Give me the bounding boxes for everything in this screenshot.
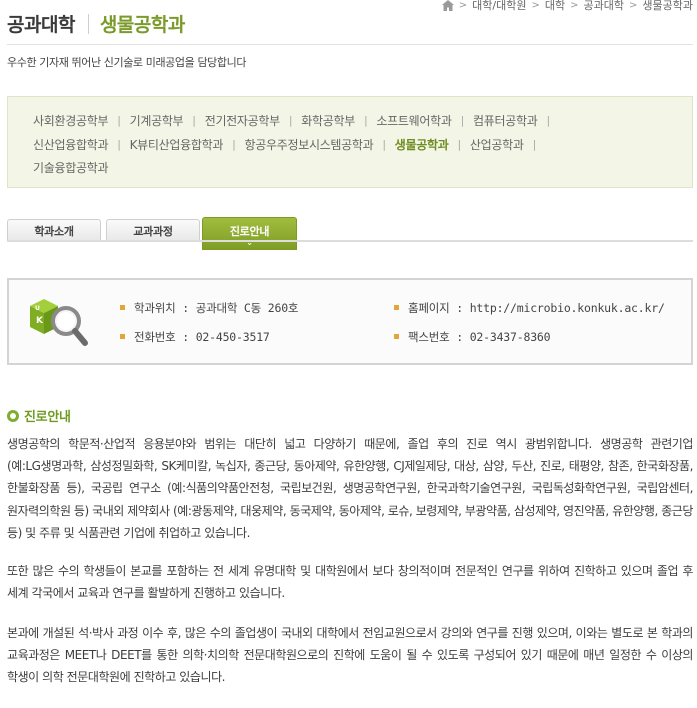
separator: |: [117, 114, 121, 128]
dept-link[interactable]: K뷰티산업융합학과: [130, 136, 224, 153]
separator: |: [232, 137, 236, 151]
home-icon[interactable]: [441, 0, 454, 11]
dept-link[interactable]: 신산업융합학과: [33, 136, 108, 153]
breadcrumb-separator: >: [629, 0, 638, 11]
breadcrumb-item[interactable]: 공과대학: [584, 0, 624, 13]
page-subtitle: 우수한 기자재 뛰어난 신기술로 미래공업을 담당합니다: [7, 56, 247, 69]
department-list: 사회환경공학부 | 기계공학부 | 전기전자공학부 | 화학공학부 | 소프트웨어학과 |…: [7, 96, 693, 188]
separator: |: [364, 114, 368, 128]
info-phone-text: 전화번호 : 02-450-3517: [134, 330, 270, 344]
ku-magnifier-icon: K U: [30, 299, 88, 346]
separator: |: [117, 137, 121, 151]
breadcrumb: > 대학/대학원 > 대학 > 공과대학 > 생물공학과: [441, 0, 693, 13]
info-homepage: 홈페이지 : http://microbio.konkuk.ac.kr/: [394, 300, 665, 316]
tab-career[interactable]: 진로안내 ⌄: [202, 217, 297, 250]
ku-letter-u: U: [35, 305, 40, 312]
title-divider: [87, 13, 89, 34]
tab-underline: [7, 240, 693, 242]
breadcrumb-item-current: 생물공학과: [642, 0, 693, 12]
dept-link[interactable]: 사회환경공학부: [33, 112, 108, 129]
separator: |: [532, 137, 537, 151]
department-row: 신산업융합학과 | K뷰티산업융합학과 | 항공우주정보시스템공학과 | 생물공학과 |…: [33, 133, 692, 157]
career-paragraph-3: 본과에 개설된 석·박사 과정 이수 후, 많은 수의 졸업생이 국내외 대학에…: [7, 626, 693, 685]
breadcrumb-item[interactable]: 대학: [545, 0, 565, 13]
career-paragraph-2: 또한 많은 수의 학생들이 본교를 포함하는 전 세계 유명대학 및 대학원에서…: [7, 564, 693, 601]
bullet-icon: [120, 305, 125, 310]
tab-curriculum[interactable]: 교과과정: [106, 219, 200, 241]
separator: |: [460, 114, 465, 128]
separator: |: [546, 114, 550, 128]
dept-link[interactable]: 기계공학부: [130, 112, 184, 129]
bullet-icon: [394, 305, 399, 310]
separator: |: [192, 114, 196, 128]
breadcrumb-separator: >: [458, 0, 468, 11]
section-header: 진로안내: [7, 406, 71, 425]
separator: |: [288, 114, 293, 128]
info-box-bg: [9, 280, 691, 363]
ku-letter-k: K: [36, 316, 44, 326]
header-divider: [7, 44, 693, 45]
department-row: 기술융합공학과: [33, 156, 692, 180]
breadcrumb-separator: >: [531, 0, 540, 11]
breadcrumb-item[interactable]: 대학/대학원: [472, 0, 526, 13]
info-phone: 전화번호 : 02-450-3517: [120, 329, 270, 345]
page-title: 생물공학과: [99, 14, 185, 36]
separator: |: [457, 137, 462, 151]
department-row: 사회환경공학부 | 기계공학부 | 전기전자공학부 | 화학공학부 | 소프트웨어학과 |…: [33, 109, 692, 133]
separator: |: [382, 137, 386, 151]
dept-link[interactable]: 항공우주정보시스템공학과: [245, 136, 374, 153]
tab-career-label: 진로안내: [229, 225, 270, 238]
circle-bullet-icon: [7, 409, 19, 422]
college-title: 공과대학: [7, 14, 75, 36]
info-location: 학과위치 : 공과대학 C동 260호: [120, 300, 299, 316]
homepage-link[interactable]: 홈페이지 : http://microbio.konkuk.ac.kr/: [408, 301, 665, 315]
info-box: K U 학과위치 : 공과대학 C동 260호 홈페이지 : http://mi…: [7, 278, 693, 365]
career-paragraph-1: 생명공학의 학문적·산업적 응용분야와 범위는 대단히 넓고 다양하기 때문에,…: [7, 437, 693, 540]
info-location-text: 학과위치 : 공과대학 C동 260호: [134, 301, 299, 315]
section-title: 진로안내: [24, 410, 71, 425]
info-fax: 팩스번호 : 02-3437-8360: [394, 329, 551, 345]
bullet-icon: [394, 334, 399, 339]
bullet-icon: [120, 334, 125, 339]
dept-link-active[interactable]: 생물공학과: [395, 136, 449, 153]
breadcrumb-separator: >: [570, 0, 579, 11]
tab-intro[interactable]: 학과소개: [7, 219, 101, 241]
dept-link[interactable]: 전기전자공학부: [205, 112, 280, 129]
page-header: 공과대학 생물공학과: [7, 10, 185, 37]
dept-link[interactable]: 산업공학과: [470, 136, 524, 153]
dept-link[interactable]: 컴퓨터공학과: [473, 112, 538, 129]
dept-link[interactable]: 화학공학부: [301, 112, 355, 129]
dept-link[interactable]: 기술융합공학과: [33, 159, 108, 176]
dept-link[interactable]: 소프트웨어학과: [376, 112, 451, 129]
info-fax-text: 팩스번호 : 02-3437-8360: [408, 330, 551, 344]
